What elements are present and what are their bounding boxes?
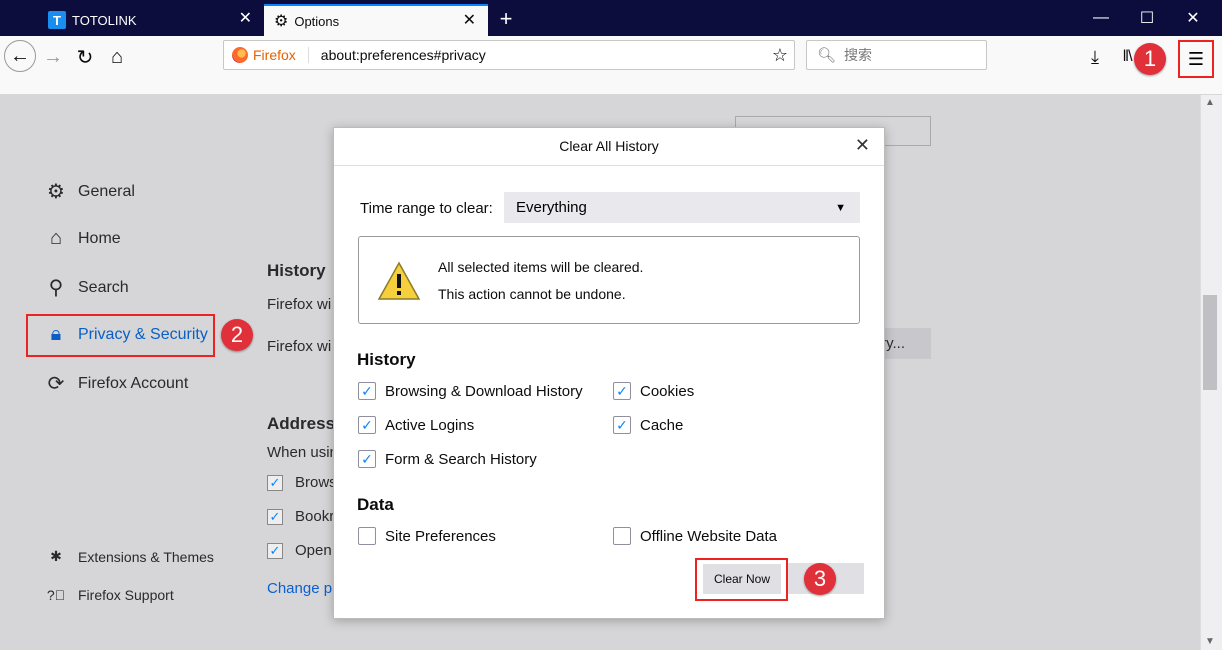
tab-label: TOTOLINK xyxy=(72,12,137,28)
checkbox-unchecked[interactable] xyxy=(613,527,631,545)
firefox-icon xyxy=(232,47,248,63)
gear-icon: ⚙ xyxy=(47,181,65,203)
data-section-heading: Data xyxy=(357,495,394,514)
tab-label: Options xyxy=(294,13,340,29)
warning-icon xyxy=(377,261,421,300)
button-label: Clear Now xyxy=(713,572,770,586)
lock-icon: 🔒︎ xyxy=(50,323,62,345)
address-option[interactable]: ✓ Bookr xyxy=(267,508,334,525)
gear-icon: ⚙ xyxy=(274,13,289,30)
checkbox-checked[interactable]: ✓ xyxy=(267,508,283,525)
checkbox-checked[interactable]: ✓ xyxy=(358,450,376,468)
minimize-icon[interactable]: — xyxy=(1078,4,1124,32)
search-icon: 🔍︎ xyxy=(817,47,837,64)
address-option[interactable]: ✓ Brows xyxy=(267,474,337,491)
sidebar-item-firefox-account[interactable]: ⟳ Firefox Account xyxy=(44,371,189,396)
sidebar-item-search[interactable]: ⚲ Search xyxy=(44,275,129,300)
close-tab-icon[interactable]: ✕ xyxy=(239,11,252,27)
new-tab-button[interactable]: + xyxy=(494,6,518,32)
warning-box: All selected items will be cleared. This… xyxy=(358,236,860,324)
dialog-title: Clear All History xyxy=(334,128,884,166)
close-window-icon[interactable]: ✕ xyxy=(1170,4,1216,32)
history-text-line: Firefox wi xyxy=(267,296,332,313)
reload-button[interactable]: ↻ xyxy=(70,42,100,72)
totolink-favicon-icon: T xyxy=(48,11,66,29)
search-placeholder: 搜索 xyxy=(844,47,873,63)
option-site-preferences[interactable]: Site Preferences xyxy=(358,527,496,545)
sidebar-item-home[interactable]: ⌂ Home xyxy=(44,227,121,250)
identity-label: Firefox xyxy=(253,47,309,63)
url-bar[interactable]: Firefox about:preferences#privacy ☆ xyxy=(223,40,795,70)
time-range-label: Time range to clear: xyxy=(360,200,493,217)
address-option[interactable]: ✓ Open xyxy=(267,542,332,559)
clear-now-button[interactable]: Clear Now xyxy=(703,564,781,594)
tab-totolink[interactable]: T TOTOLINK ✕ xyxy=(38,4,264,36)
home-button[interactable]: ⌂ xyxy=(102,42,132,72)
home-icon: ⌂ xyxy=(49,227,63,249)
sidebar-item-general[interactable]: ⚙ General xyxy=(44,179,135,204)
option-offline-website-data[interactable]: Offline Website Data xyxy=(613,527,777,545)
option-cache[interactable]: ✓ Cache xyxy=(613,416,683,434)
checkbox-unchecked[interactable] xyxy=(358,527,376,545)
checkbox-checked[interactable]: ✓ xyxy=(613,416,631,434)
history-section-heading: History xyxy=(357,350,416,369)
close-icon[interactable]: ✕ xyxy=(855,135,870,156)
maximize-icon[interactable]: ☐ xyxy=(1124,4,1170,32)
annotation-badge-1: 1 xyxy=(1134,43,1166,75)
sidebar-item-privacy-security[interactable]: 🔒︎ Privacy & Security xyxy=(44,323,208,346)
scroll-up-icon[interactable]: ▲ xyxy=(1205,97,1215,108)
annotation-badge-2: 2 xyxy=(221,319,253,351)
address-bar-text: When usin xyxy=(267,444,338,461)
sidebar-item-extensions[interactable]: ✱ Extensions & Themes xyxy=(44,548,214,565)
hamburger-menu-icon: ☰ xyxy=(1187,48,1205,69)
sidebar-item-label: General xyxy=(78,182,135,200)
tab-options[interactable]: ⚙ Options ✕ xyxy=(264,4,488,36)
history-heading: History xyxy=(267,261,326,280)
sync-icon: ⟳ xyxy=(47,373,65,395)
back-button[interactable]: ← xyxy=(4,40,36,72)
sidebar-item-support[interactable]: ?⃝ Firefox Support xyxy=(44,587,174,603)
menu-button[interactable]: ☰ xyxy=(1178,40,1214,78)
change-preferences-link[interactable]: Change pr xyxy=(267,580,337,597)
history-text-line: Firefox wi xyxy=(267,338,332,355)
checkbox-checked[interactable]: ✓ xyxy=(613,382,631,400)
checkbox-checked[interactable]: ✓ xyxy=(358,416,376,434)
forward-button[interactable]: → xyxy=(38,42,68,72)
sidebar-item-label: Firefox Account xyxy=(78,374,189,392)
annotation-badge-3: 3 xyxy=(804,563,836,595)
option-active-logins[interactable]: ✓ Active Logins xyxy=(358,416,474,434)
bookmark-star-icon[interactable]: ☆ xyxy=(772,45,788,66)
puzzle-icon: ✱ xyxy=(50,548,62,564)
sidebar-item-label: Extensions & Themes xyxy=(78,548,214,565)
clear-history-dialog: Clear All History ✕ Time range to clear:… xyxy=(333,127,885,619)
scroll-down-icon[interactable]: ▼ xyxy=(1205,636,1215,647)
sidebar-item-label: Home xyxy=(78,229,121,247)
search-input[interactable]: 🔍︎ 搜索 xyxy=(806,40,987,70)
warning-line-2: This action cannot be undone. xyxy=(438,286,626,302)
checkbox-checked[interactable]: ✓ xyxy=(267,542,283,559)
close-tab-icon[interactable]: ✕ xyxy=(463,13,476,29)
search-icon: ⚲ xyxy=(48,277,64,299)
help-icon: ?⃝ xyxy=(46,587,66,603)
option-browsing-history[interactable]: ✓ Browsing & Download History xyxy=(358,382,583,400)
option-form-search-history[interactable]: ✓ Form & Search History xyxy=(358,450,537,468)
checkbox-checked[interactable]: ✓ xyxy=(358,382,376,400)
address-bar-heading: Address xyxy=(267,414,336,433)
dropdown-arrow-icon: ▼ xyxy=(835,201,846,214)
url-text[interactable]: about:preferences#privacy xyxy=(321,47,486,63)
downloads-icon[interactable]: ⤓ xyxy=(1080,42,1110,72)
checkbox-checked[interactable]: ✓ xyxy=(267,474,283,491)
sidebar-item-label: Firefox Support xyxy=(78,587,174,603)
sidebar-item-label: Search xyxy=(78,278,129,296)
sidebar-item-label: Privacy & Security xyxy=(78,325,208,343)
scrollbar-thumb[interactable] xyxy=(1203,295,1217,390)
warning-line-1: All selected items will be cleared. xyxy=(438,259,644,275)
option-cookies[interactable]: ✓ Cookies xyxy=(613,382,694,400)
time-range-select[interactable]: Everything ▼ xyxy=(504,192,860,223)
time-range-value: Everything xyxy=(516,199,587,216)
